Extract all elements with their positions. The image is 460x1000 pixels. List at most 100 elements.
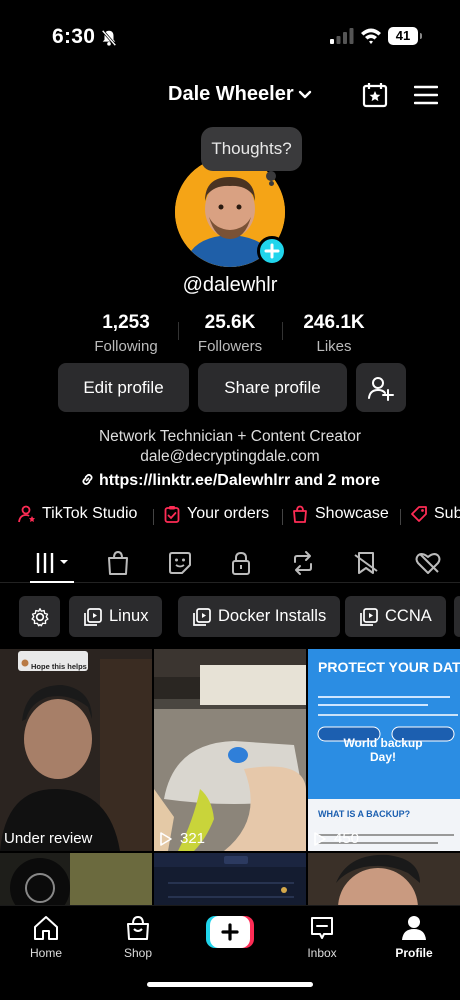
thoughts-bubble[interactable]: Thoughts? — [201, 127, 302, 171]
tabbar-home[interactable]: Home — [6, 914, 86, 960]
stat-value: 246.1K — [303, 312, 365, 333]
tabbar-inbox[interactable]: Inbox — [282, 914, 362, 960]
bio-link[interactable]: https://linktr.ee/Dalewhlrr and 2 more — [0, 472, 460, 490]
calendar-star-icon[interactable] — [362, 82, 388, 108]
tabbar-label: Inbox — [307, 946, 337, 960]
order-clipboard-icon — [164, 506, 180, 523]
tab-videos[interactable] — [34, 549, 72, 577]
divider — [153, 509, 154, 525]
tab-shop[interactable] — [104, 549, 132, 577]
video-grid: Hope this helps Under review 321 PROTECT… — [0, 649, 460, 914]
stat-likes[interactable]: 246.1K Likes — [282, 312, 386, 358]
active-tab-indicator — [30, 581, 74, 583]
playlist-chips: Linux Docker Installs CCNA — [0, 596, 460, 637]
stat-value: 25.6K — [204, 312, 256, 333]
stat-following[interactable]: 1,253 Following — [74, 312, 178, 358]
bio-email: dale@decryptingdale.com — [140, 448, 320, 465]
gear-icon — [30, 607, 49, 626]
profile-actions: Edit profile Share profile — [58, 363, 406, 412]
status-bar: 6:30 41 — [0, 0, 460, 70]
video-grid-dropdown-icon — [36, 553, 68, 573]
tab-private[interactable] — [227, 549, 255, 577]
video-thumbnail[interactable]: 321 — [154, 649, 306, 851]
home-indicator — [147, 982, 313, 987]
playlist-chip[interactable]: CCNA — [345, 596, 446, 637]
status-time: 6:30 — [52, 25, 96, 48]
showcase-link[interactable]: Showcase — [291, 505, 389, 523]
quick-link-label: TikTok Studio — [42, 505, 138, 522]
profile-stats: 1,253 Following 25.6K Followers 246.1K L… — [74, 312, 386, 358]
quick-links-row: TikTok Studio Your orders Showcase Sub — [0, 505, 460, 529]
playlist-chip[interactable]: Linux — [69, 596, 163, 637]
thoughts-bubble-dot — [269, 181, 274, 186]
username-title: Dale Wheeler — [168, 83, 294, 105]
add-person-icon — [368, 376, 394, 401]
profile-handle: @dalewhlr — [182, 274, 278, 296]
thoughts-bubble-tail — [266, 171, 276, 181]
hamburger-menu-icon[interactable] — [414, 85, 438, 105]
tab-favorites[interactable] — [352, 549, 380, 577]
tiktok-studio-link[interactable]: TikTok Studio — [18, 505, 137, 523]
shopping-bag-icon — [293, 505, 307, 523]
playlist-icon — [360, 607, 378, 626]
shopping-bag-icon — [127, 915, 149, 940]
tabbar-shop[interactable]: Shop — [98, 914, 178, 960]
sticker-icon — [169, 552, 191, 574]
play-icon — [314, 831, 326, 846]
stat-label: Followers — [197, 338, 263, 355]
manage-playlists-button[interactable] — [19, 596, 60, 637]
your-orders-link[interactable]: Your orders — [163, 505, 269, 523]
view-count-text: 450 — [334, 830, 360, 847]
playlist-chip-partial[interactable] — [454, 596, 460, 637]
profile-header: Dale Wheeler — [0, 75, 460, 115]
signal-icon — [330, 28, 354, 44]
subscription-tag-icon — [411, 506, 427, 522]
video-overlay-text: Hope this helps — [31, 662, 87, 671]
quick-link-label: Sub — [434, 505, 460, 522]
stat-followers[interactable]: 25.6K Followers — [178, 312, 282, 358]
subscription-link[interactable]: Sub — [410, 505, 460, 523]
create-video-button[interactable] — [206, 916, 254, 948]
stat-label: Following — [94, 338, 158, 355]
divider — [282, 509, 283, 525]
thumbnail-headline: PROTECT YOUR DATA — [318, 659, 460, 675]
wifi-icon — [361, 28, 381, 44]
studio-person-icon — [18, 505, 35, 523]
view-count-text: 321 — [180, 830, 206, 847]
tabbar-label: Shop — [123, 946, 153, 960]
video-thumbnail[interactable]: PROTECT YOUR DATA World backup Day! WHAT… — [308, 649, 460, 851]
add-story-button[interactable] — [257, 236, 287, 266]
tabbar-profile[interactable]: Profile — [374, 914, 454, 960]
thumbnail-overlay-text: World backup Day! — [343, 736, 423, 764]
stat-value: 1,253 — [102, 312, 150, 333]
account-switcher[interactable]: Dale Wheeler — [168, 83, 313, 106]
playlist-chip-label: Linux — [109, 607, 149, 625]
add-friends-button[interactable] — [356, 363, 406, 412]
tab-liked[interactable] — [414, 549, 442, 577]
video-view-count: 321 — [158, 830, 205, 847]
video-frame — [0, 649, 152, 851]
quick-link-label: Showcase — [315, 505, 389, 522]
video-frame — [154, 649, 306, 851]
tab-stickers[interactable] — [166, 549, 194, 577]
thumbnail-section-text: WHAT IS A BACKUP? — [318, 809, 411, 819]
chevron-down-icon — [298, 90, 311, 98]
profile-bio: Network Technician + Content Creator dal… — [0, 427, 460, 467]
playlist-chip[interactable]: Docker Installs — [178, 596, 341, 637]
battery-indicator: 41 — [388, 27, 422, 45]
lock-icon — [232, 551, 250, 575]
under-review-text: Under review — [4, 830, 93, 847]
tabbar-label: Profile — [395, 946, 433, 960]
playlist-icon — [193, 607, 211, 626]
content-tabs — [0, 543, 460, 583]
plus-icon — [264, 243, 280, 259]
video-thumbnail[interactable]: Hope this helps Under review — [0, 649, 152, 851]
play-icon — [160, 831, 172, 846]
share-profile-button[interactable]: Share profile — [198, 363, 347, 412]
tab-reposts[interactable] — [289, 549, 317, 577]
heart-hidden-icon — [415, 553, 441, 574]
profile-person-icon — [402, 916, 426, 940]
quick-link-label: Your orders — [187, 505, 270, 522]
home-icon — [34, 916, 58, 940]
edit-profile-button[interactable]: Edit profile — [58, 363, 189, 412]
